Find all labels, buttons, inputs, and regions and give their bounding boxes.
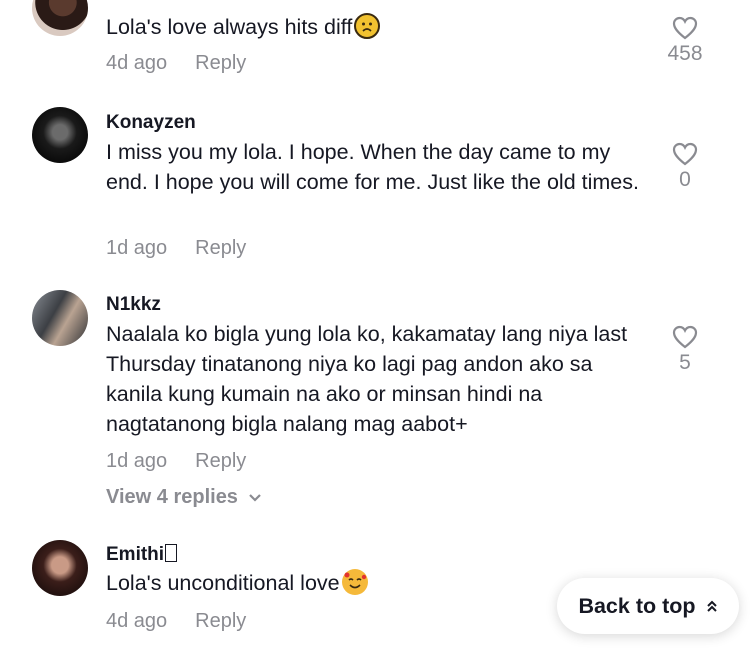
chevron-down-icon <box>248 494 261 502</box>
back-to-top-button[interactable]: Back to top <box>557 578 739 634</box>
like-count: 458 <box>667 42 703 65</box>
comment-time: 1d ago <box>106 237 168 259</box>
comment-text: I miss you my lola. I hope. When the day… <box>106 140 639 194</box>
comment-meta: 4d ago Reply <box>106 610 246 633</box>
comment-username[interactable]: N1kkz <box>106 294 161 316</box>
like-count: 0 <box>679 168 691 191</box>
reply-button[interactable]: Reply <box>195 610 246 632</box>
reply-button[interactable]: Reply <box>195 237 246 259</box>
comment-meta: 1d ago Reply <box>106 450 246 473</box>
comment-username[interactable]: Konayzen <box>106 112 196 134</box>
unknown-glyph-icon <box>165 544 178 562</box>
like-button[interactable]: 0 <box>655 142 715 192</box>
sad-face-emoji <box>354 13 381 39</box>
comment-time: 4d ago <box>106 52 168 74</box>
comment-text: Naalala ko bigla yung lola ko, kakamatay… <box>106 322 628 436</box>
comment-meta: 1d ago Reply <box>106 237 246 260</box>
view-replies-button[interactable]: View 4 replies <box>106 486 262 509</box>
avatar[interactable] <box>32 290 88 346</box>
like-button[interactable]: 458 <box>655 16 715 66</box>
avatar[interactable] <box>32 0 88 36</box>
back-to-top-label: Back to top <box>578 593 696 618</box>
comment-text: Lola's love always hits diff <box>106 12 646 42</box>
heart-outline-icon <box>672 325 698 349</box>
like-count: 5 <box>679 351 691 374</box>
avatar[interactable] <box>32 540 88 596</box>
reply-button[interactable]: Reply <box>195 450 246 472</box>
avatar[interactable] <box>32 107 88 163</box>
comment-username[interactable]: Emithi <box>106 544 178 566</box>
comment-time: 4d ago <box>106 610 168 632</box>
smiling-face-with-hearts-emoji <box>341 569 368 595</box>
like-button[interactable]: 5 <box>655 325 715 375</box>
double-chevron-up-icon <box>706 600 717 612</box>
comment-time: 1d ago <box>106 450 168 472</box>
comment-meta: 4d ago Reply <box>106 52 246 75</box>
reply-button[interactable]: Reply <box>195 52 246 74</box>
heart-outline-icon <box>672 16 698 40</box>
heart-outline-icon <box>672 142 698 166</box>
